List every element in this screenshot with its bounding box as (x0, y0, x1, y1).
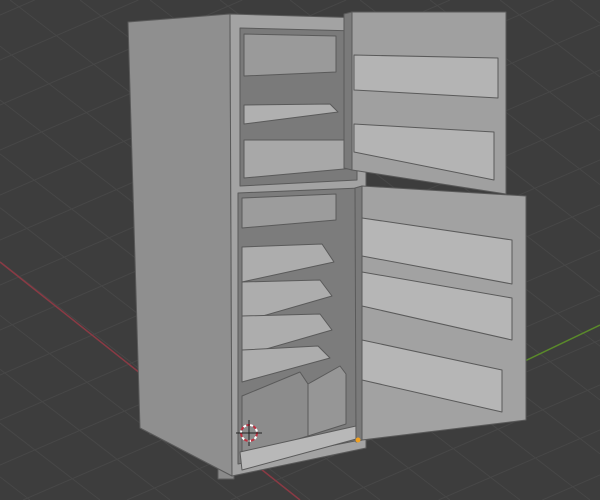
fridge-side-panel (127, 13, 233, 477)
grid-line (0, 0, 35, 16)
viewport-canvas[interactable] (0, 0, 600, 500)
upper-door-bin (353, 54, 499, 99)
fridge-model[interactable] (127, 11, 527, 480)
grid-line (542, 474, 600, 500)
freezer-top-liner (243, 33, 337, 77)
grid-line (0, 476, 31, 500)
object-origin-icon (355, 437, 361, 443)
grid-line (569, 0, 600, 24)
lower-door-edge (354, 185, 363, 443)
grid-line (0, 0, 139, 61)
3d-viewport[interactable] (0, 0, 600, 500)
upper-door-edge (343, 11, 353, 171)
